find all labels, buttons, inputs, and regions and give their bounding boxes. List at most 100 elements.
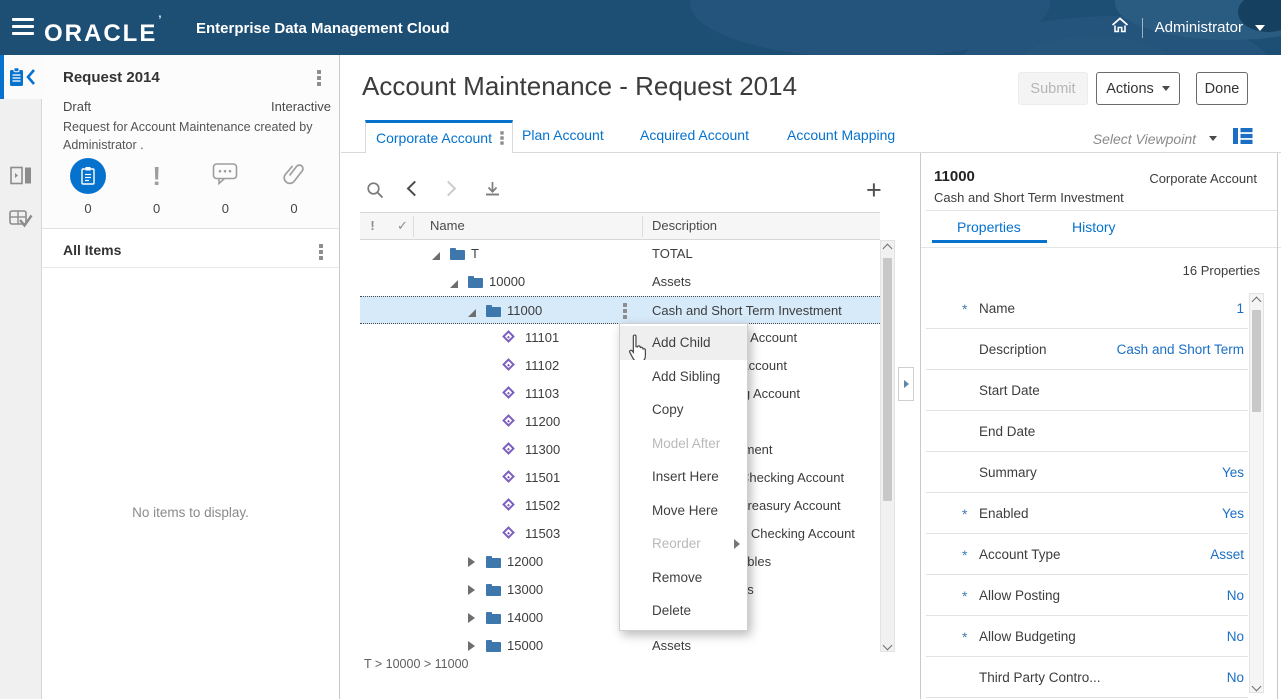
- expand-toggle-icon[interactable]: [468, 585, 475, 595]
- stat-issues[interactable]: ! 0: [127, 157, 187, 216]
- panel-splitter-button[interactable]: [898, 367, 914, 401]
- node-description: Treasury Account: [740, 498, 841, 513]
- request-kebab-menu[interactable]: [317, 70, 321, 86]
- tree-row[interactable]: TTOTAL: [360, 240, 880, 268]
- property-row[interactable]: Start Date: [926, 370, 1248, 411]
- stat-attachments[interactable]: 0: [264, 157, 324, 216]
- property-value[interactable]: No: [1227, 670, 1244, 685]
- column-name[interactable]: Name: [430, 218, 465, 233]
- collapse-toggle-icon[interactable]: [432, 252, 440, 260]
- property-value[interactable]: Asset: [1210, 547, 1244, 562]
- property-row[interactable]: *EnabledYes: [926, 493, 1248, 534]
- description-cell: Cash and Short Term Investment: [642, 297, 880, 325]
- folder-icon: [486, 307, 501, 317]
- expand-toggle-icon[interactable]: [468, 641, 475, 651]
- column-flag[interactable]: !: [360, 218, 385, 233]
- rail-item-approvals[interactable]: [0, 197, 42, 241]
- column-description[interactable]: Description: [652, 218, 717, 233]
- scrollbar-thumb[interactable]: [1252, 310, 1261, 412]
- menu-item-label: Insert Here: [652, 469, 719, 484]
- divider: [42, 228, 339, 229]
- property-row[interactable]: DescriptionCash and Short Term: [926, 329, 1248, 370]
- menu-item-add-child[interactable]: Add Child: [620, 326, 747, 360]
- name-cell: 11501: [420, 464, 642, 492]
- property-row[interactable]: *Account TypeAsset: [926, 534, 1248, 575]
- add-node-icon[interactable]: +: [866, 175, 882, 206]
- collapse-toggle-icon[interactable]: [450, 280, 458, 288]
- scrollbar-thumb[interactable]: [883, 258, 892, 501]
- scroll-up-icon[interactable]: [883, 244, 893, 254]
- search-icon[interactable]: [366, 181, 385, 205]
- scroll-down-icon[interactable]: [1252, 682, 1262, 692]
- tree-scrollbar[interactable]: [880, 240, 895, 652]
- property-row[interactable]: SummaryYes: [926, 452, 1248, 493]
- expand-toggle-icon[interactable]: [468, 557, 475, 567]
- viewpoint-selector[interactable]: Select Viewpoint: [1093, 131, 1196, 147]
- rail-item-requests[interactable]: [0, 55, 42, 99]
- property-value[interactable]: Cash and Short Term: [1117, 342, 1244, 357]
- name-cell: 14000: [420, 604, 642, 632]
- tab-history[interactable]: History: [1072, 219, 1116, 235]
- property-row[interactable]: *Allow PostingNo: [926, 575, 1248, 616]
- user-menu[interactable]: Administrator: [1155, 19, 1243, 36]
- tab-corporate-account[interactable]: Corporate Account: [365, 120, 513, 153]
- done-button[interactable]: Done: [1196, 72, 1248, 105]
- tree-row[interactable]: 15000Assets: [360, 632, 880, 656]
- property-row[interactable]: *Name1: [926, 288, 1248, 329]
- collapse-toggle-icon[interactable]: [468, 309, 476, 317]
- tab-properties[interactable]: Properties: [957, 219, 1021, 235]
- menu-icon[interactable]: [12, 18, 34, 35]
- property-row[interactable]: End Date: [926, 411, 1248, 452]
- forward-icon[interactable]: [441, 181, 457, 197]
- divider: [926, 210, 1277, 211]
- rail-item-side-panel[interactable]: [0, 153, 42, 197]
- property-value[interactable]: 1: [1236, 301, 1244, 316]
- back-icon[interactable]: [407, 181, 423, 197]
- column-divider: [642, 216, 643, 237]
- property-value[interactable]: No: [1227, 629, 1244, 644]
- node-name: 14000: [507, 610, 543, 625]
- menu-item-move-here[interactable]: Move Here: [620, 494, 747, 528]
- property-row[interactable]: Third Party Contro...No: [926, 657, 1248, 698]
- tab-acquired-account[interactable]: Acquired Account: [640, 127, 749, 143]
- menu-item-copy[interactable]: Copy: [620, 393, 747, 427]
- property-value[interactable]: Yes: [1222, 465, 1244, 480]
- submit-button[interactable]: Submit: [1018, 72, 1088, 105]
- menu-item-delete[interactable]: Delete: [620, 594, 747, 628]
- tab-account-mapping[interactable]: Account Mapping: [787, 127, 895, 143]
- expand-toggle-icon[interactable]: [468, 613, 475, 623]
- download-icon[interactable]: [483, 181, 502, 204]
- stat-comments[interactable]: 0: [195, 157, 255, 216]
- user-caret-icon[interactable]: [1255, 25, 1265, 31]
- alert-icon: !: [152, 161, 161, 192]
- stat-items[interactable]: 0: [58, 157, 118, 216]
- menu-item-add-sibling[interactable]: Add Sibling: [620, 360, 747, 394]
- layout-grid-icon[interactable]: [1232, 127, 1253, 150]
- required-asterisk: *: [962, 506, 967, 522]
- name-cell: 11103: [420, 380, 642, 408]
- node-description: 2 Checking Account: [740, 526, 855, 541]
- tree-row[interactable]: 10000Assets: [360, 268, 880, 296]
- column-check-icon[interactable]: ✓: [385, 218, 420, 234]
- all-items-kebab-menu[interactable]: [319, 244, 323, 260]
- tab-kebab-menu[interactable]: [500, 131, 503, 145]
- property-value[interactable]: Yes: [1222, 506, 1244, 521]
- property-label: Name: [979, 301, 1015, 316]
- scroll-up-icon[interactable]: [1252, 297, 1262, 307]
- properties-scrollbar[interactable]: [1249, 293, 1264, 693]
- property-value[interactable]: No: [1227, 588, 1244, 603]
- node-description: g Account: [740, 330, 797, 345]
- required-asterisk: *: [962, 629, 967, 645]
- home-icon[interactable]: [1110, 16, 1130, 39]
- tree-row[interactable]: 11000Cash and Short Term Investment: [360, 296, 880, 324]
- row-actions-kebab[interactable]: [623, 303, 627, 319]
- viewpoint-caret-icon[interactable]: [1209, 136, 1217, 141]
- menu-item-remove[interactable]: Remove: [620, 561, 747, 595]
- menu-item-insert-here[interactable]: Insert Here: [620, 460, 747, 494]
- scroll-down-icon[interactable]: [883, 641, 893, 651]
- property-row[interactable]: *Allow BudgetingNo: [926, 616, 1248, 657]
- divider: [921, 247, 1281, 248]
- request-title: Request 2014: [63, 69, 160, 86]
- tab-plan-account[interactable]: Plan Account: [522, 127, 604, 143]
- actions-button[interactable]: Actions: [1096, 72, 1180, 105]
